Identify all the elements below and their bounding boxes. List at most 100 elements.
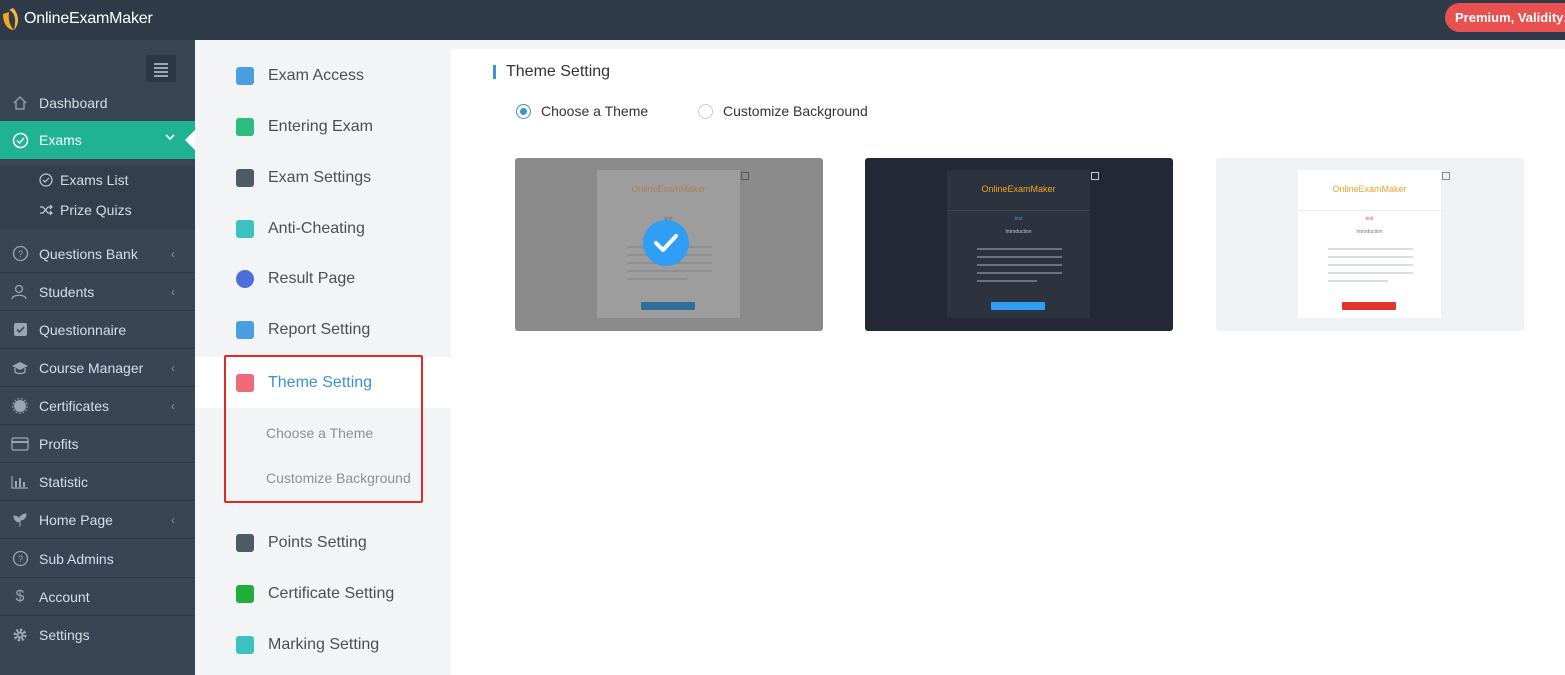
top-bar: OnlineExamMaker Premium, Validity: 2 (0, 0, 1565, 40)
radio-label: Choose a Theme (541, 103, 649, 119)
menu-item-label: Exam Settings (268, 169, 372, 186)
leaf-icon (11, 511, 29, 529)
exams-submenu: Exams List Prize Quizs (0, 166, 195, 230)
preview-row (1328, 264, 1413, 266)
sub-item-label: Prize Quizs (60, 202, 132, 218)
question-icon: ? (11, 550, 29, 568)
preview-test-title: test (1365, 216, 1374, 222)
chevron-left-icon: ‹ (171, 399, 175, 413)
preview-row (1328, 256, 1413, 258)
sub-item-label: Exams List (60, 172, 129, 188)
eye-icon (236, 270, 254, 288)
qr-icon (1091, 172, 1099, 180)
preview-row (627, 278, 687, 280)
theme-option-light-red[interactable]: OnlineExamMaker test Introduction (1216, 158, 1524, 331)
svg-text:?: ? (17, 249, 22, 259)
preview-logo: OnlineExamMaker (1332, 184, 1407, 194)
theme-preview-card: OnlineExamMaker test Introduction (1298, 170, 1441, 318)
sidebar-item-label: Students (39, 283, 95, 300)
check-circle-icon (11, 131, 29, 149)
radio-customize-background[interactable]: Customize Background (698, 103, 868, 119)
badge-icon (11, 397, 29, 415)
sidebar-item-home-page[interactable]: Home Page ‹ (0, 501, 195, 539)
menu-item-label: Certificate Setting (268, 585, 395, 602)
preview-enter-button (991, 302, 1045, 310)
title-accent-bar (493, 65, 496, 79)
preview-row (1328, 280, 1388, 282)
preview-row (977, 280, 1037, 282)
menu-item-anti-cheating[interactable]: Anti-Cheating (195, 204, 451, 254)
sidebar-item-questionnaire[interactable]: Questionnaire (0, 311, 195, 349)
sidebar-item-course-manager[interactable]: Course Manager ‹ (0, 349, 195, 387)
logo-text: OnlineExamMaker (24, 10, 153, 27)
sidebar-item-label: Questionnaire (39, 321, 127, 338)
menu-toggle-icon[interactable] (146, 55, 176, 82)
sidebar-item-sub-admins[interactable]: ? Sub Admins (0, 540, 195, 578)
sidebar-item-label: Sub Admins (39, 550, 114, 567)
preview-intro: Introduction (1356, 229, 1383, 235)
chevron-left-icon: ‹ (171, 513, 175, 527)
sidebar: Dashboard Exams Exams List Prize Quizs ?… (0, 40, 195, 675)
menu-item-marking-setting[interactable]: Marking Setting (195, 620, 451, 670)
bar-chart-icon (11, 473, 29, 491)
gift-icon (236, 534, 254, 552)
theme-option-dark[interactable]: OnlineExamMaker test Introduction (865, 158, 1173, 331)
sidebar-item-label: Account (39, 588, 90, 605)
report-icon (236, 321, 254, 339)
qr-icon (1442, 172, 1450, 180)
preview-row (627, 270, 712, 272)
preview-row (977, 256, 1062, 258)
menu-item-label: Points Setting (268, 534, 367, 551)
shield-plus-icon (236, 220, 254, 238)
sidebar-item-label: Statistic (39, 473, 89, 490)
menu-item-result-page[interactable]: Result Page (195, 254, 451, 304)
menu-item-label: Anti-Cheating (268, 220, 365, 237)
menu-item-report-setting[interactable]: Report Setting (195, 305, 451, 355)
preview-row (977, 248, 1062, 250)
sidebar-item-students[interactable]: Students ‹ (0, 273, 195, 311)
sidebar-item-account[interactable]: $ Account (0, 578, 195, 616)
radio-unselected-icon (698, 103, 713, 119)
app-logo[interactable]: OnlineExamMaker (0, 4, 153, 34)
preview-divider (1298, 210, 1441, 211)
menu-item-label: Marking Setting (268, 636, 380, 653)
question-icon: ? (11, 245, 29, 263)
premium-badge[interactable]: Premium, Validity: 2 (1445, 3, 1565, 32)
settings-panel-icon (236, 169, 254, 187)
shuffle-icon (38, 204, 54, 216)
checkbox-icon (11, 321, 29, 339)
sidebar-item-questions-bank[interactable]: ? Questions Bank ‹ (0, 235, 195, 273)
preview-row (1328, 248, 1413, 250)
section-title: Theme Setting (493, 62, 610, 82)
graduation-cap-icon (11, 359, 29, 377)
sidebar-item-statistic[interactable]: Statistic (0, 463, 195, 501)
credit-card-icon (11, 435, 29, 453)
menu-item-entering-exam[interactable]: Entering Exam (195, 102, 451, 152)
dollar-icon: $ (15, 587, 25, 605)
menu-item-exam-access[interactable]: Exam Access (195, 51, 451, 101)
sidebar-item-dashboard[interactable]: Dashboard (0, 84, 195, 122)
menu-item-certificate-setting[interactable]: Certificate Setting (195, 569, 451, 619)
sidebar-item-label: Settings (39, 627, 90, 643)
sidebar-subitem-prize-quizs[interactable]: Prize Quizs (38, 202, 132, 218)
menu-item-points-setting[interactable]: Points Setting (195, 518, 451, 568)
sidebar-item-settings[interactable]: Settings (0, 616, 195, 654)
gear-icon (11, 626, 29, 644)
menu-item-label: Report Setting (268, 321, 371, 338)
main-top-strip (451, 40, 1565, 49)
menu-item-exam-settings[interactable]: Exam Settings (195, 153, 451, 203)
sidebar-item-profits[interactable]: Profits (0, 425, 195, 463)
logo-leaf-icon (0, 6, 22, 32)
section-title-text: Theme Setting (506, 63, 611, 80)
sidebar-item-certificates[interactable]: Certificates ‹ (0, 387, 195, 425)
sidebar-item-label: Certificates (39, 397, 110, 414)
marking-icon (236, 636, 254, 654)
sidebar-item-label: Course Manager (39, 359, 144, 376)
chevron-left-icon: ‹ (171, 247, 175, 261)
radio-choose-theme[interactable]: Choose a Theme (516, 103, 648, 119)
sidebar-item-exams[interactable]: Exams (0, 121, 195, 159)
sidebar-subitem-exams-list[interactable]: Exams List (38, 172, 128, 188)
preview-row (1328, 272, 1413, 274)
theme-option-light-selected[interactable]: OnlineExamMaker test (515, 158, 823, 331)
preview-logo: OnlineExamMaker (981, 184, 1056, 194)
